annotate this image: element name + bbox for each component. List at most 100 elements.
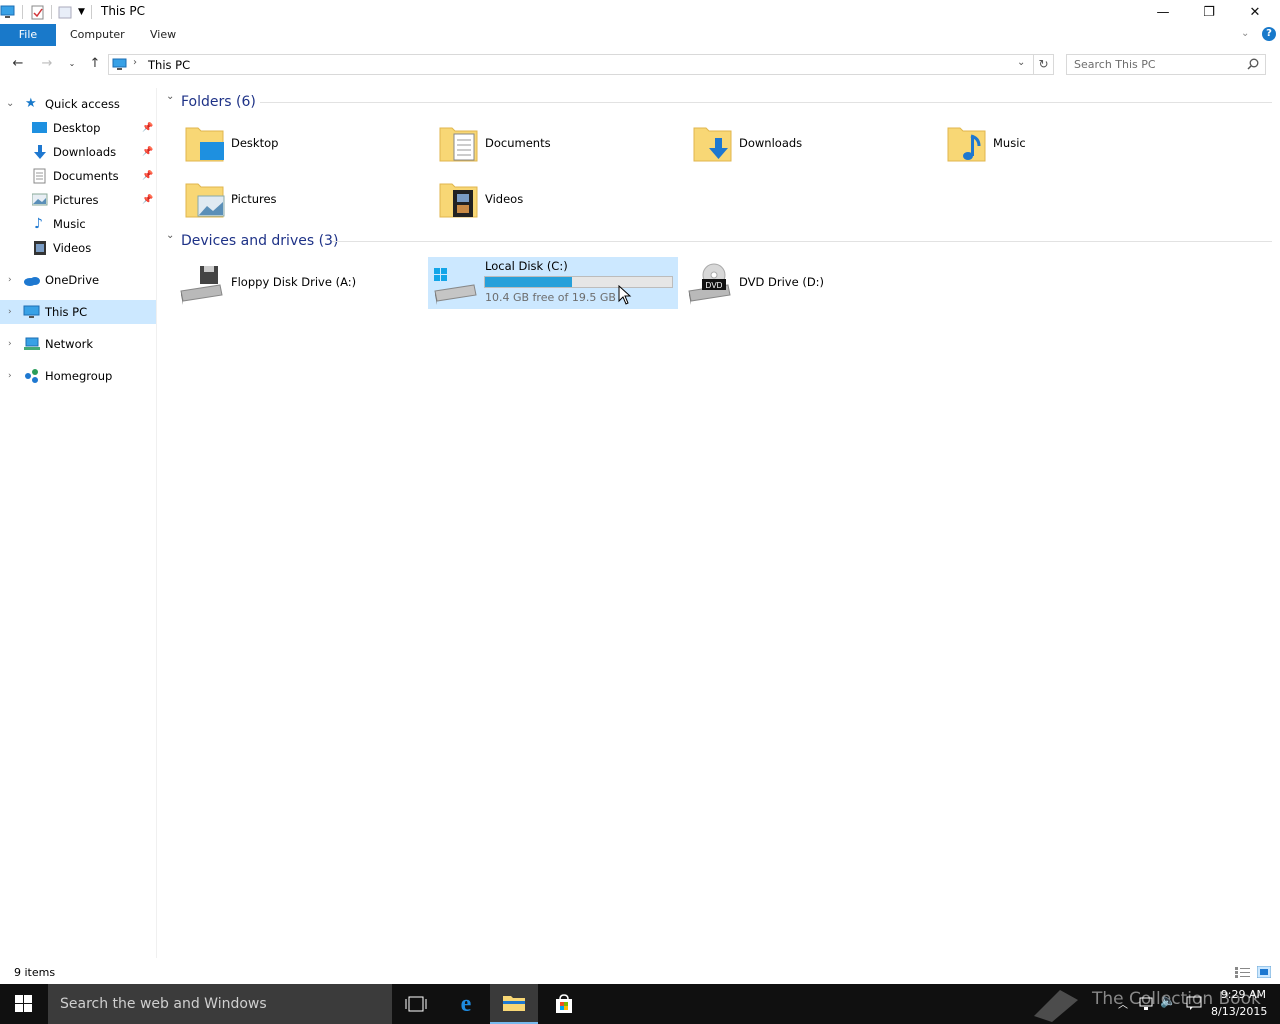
pin-icon[interactable]: 📌 <box>142 116 153 140</box>
folder-label: Music <box>993 136 1026 150</box>
collapsed-chevron-icon[interactable]: › <box>8 300 12 324</box>
pictures-folder-icon <box>185 183 225 218</box>
folder-documents[interactable]: Documents <box>434 118 684 170</box>
tab-file[interactable]: File <box>0 24 56 46</box>
nav-this-pc[interactable]: › This PC <box>0 300 156 324</box>
status-bar: 9 items <box>0 962 1280 984</box>
group-divider <box>260 102 1272 103</box>
start-button[interactable] <box>0 984 48 1024</box>
tab-computer[interactable]: Computer <box>58 24 137 46</box>
pin-icon[interactable]: 📌 <box>142 188 153 212</box>
clock-date[interactable]: 8/13/2015 <box>1211 1005 1267 1018</box>
network-icon <box>24 337 40 350</box>
quick-access-toolbar: ▼ <box>0 3 92 21</box>
folder-label: Pictures <box>231 192 277 206</box>
refresh-icon[interactable]: ↻ <box>1034 54 1054 75</box>
videos-icon <box>34 241 46 255</box>
music-folder-icon <box>947 127 986 162</box>
taskbar-search-box[interactable]: Search the web and Windows <box>48 984 392 1024</box>
dvd-drive-icon: DVD <box>688 263 731 305</box>
recent-locations-chevron-icon[interactable]: ⌄ <box>62 56 82 72</box>
close-button[interactable]: ✕ <box>1232 0 1278 24</box>
drive-local-disk-c[interactable]: Local Disk (C:) 10.4 GB free of 19.5 GB <box>428 257 678 309</box>
nav-item-label: Desktop <box>53 121 101 135</box>
pictures-icon <box>32 193 48 206</box>
clock-time[interactable]: 9:29 AM <box>1216 988 1266 1001</box>
ribbon-tabs: File Computer View ⌄ ? <box>0 24 1280 46</box>
network-tray-icon[interactable] <box>1138 996 1154 1012</box>
drive-label: DVD Drive (D:) <box>739 275 825 289</box>
drive-label: Local Disk (C:) <box>485 259 568 273</box>
pin-icon[interactable]: 📌 <box>142 164 153 188</box>
properties-icon[interactable] <box>31 4 45 20</box>
nav-item-pictures[interactable]: Pictures 📌 <box>0 188 157 212</box>
volume-icon[interactable]: 🔈 <box>1160 994 1176 1009</box>
address-bar[interactable]: › This PC ⌄ <box>108 54 1034 75</box>
cloud-icon <box>24 277 40 286</box>
nav-item-documents[interactable]: Documents 📌 <box>0 164 157 188</box>
address-history-chevron-icon[interactable]: ⌄ <box>1017 57 1025 68</box>
store-icon <box>556 994 572 1013</box>
folder-label: Documents <box>485 136 551 150</box>
new-folder-icon[interactable] <box>58 4 72 20</box>
minimize-button[interactable]: — <box>1140 0 1186 24</box>
drive-floppy[interactable]: Floppy Disk Drive (A:) <box>174 257 424 309</box>
this-pc-icon <box>0 5 15 18</box>
drives-group-header[interactable]: Devices and drives (3) <box>181 230 338 252</box>
drives-collapse-chevron-icon[interactable]: ⌄ <box>166 230 174 241</box>
help-icon[interactable]: ? <box>1262 27 1276 41</box>
folder-desktop[interactable]: Desktop <box>180 118 430 170</box>
documents-folder-icon <box>439 127 478 162</box>
collapsed-chevron-icon[interactable]: › <box>8 268 12 292</box>
tab-view[interactable]: View <box>138 24 188 46</box>
folder-downloads[interactable]: Downloads <box>688 118 938 170</box>
edge-browser-button[interactable]: e <box>442 984 490 1024</box>
details-view-icon[interactable] <box>1235 967 1250 978</box>
show-hidden-icons-chevron-icon[interactable]: ︿ <box>1118 996 1128 1011</box>
nav-item-downloads[interactable]: Downloads 📌 <box>0 140 157 164</box>
nav-onedrive-label: OneDrive <box>45 273 100 287</box>
action-center-icon[interactable] <box>1186 996 1202 1011</box>
collapsed-chevron-icon[interactable]: › <box>8 364 12 388</box>
breadcrumb-this-pc[interactable]: This PC <box>148 58 190 72</box>
nav-quick-access[interactable]: ⌄ ★ Quick access <box>0 92 157 116</box>
expand-ribbon-chevron-icon[interactable]: ⌄ <box>1241 28 1249 39</box>
music-icon: ♪ <box>34 216 43 232</box>
folder-videos[interactable]: Videos <box>434 174 684 226</box>
folders-group-header[interactable]: Folders (6) <box>181 91 256 113</box>
local-disk-icon <box>434 268 477 305</box>
nav-item-videos[interactable]: Videos <box>0 236 157 260</box>
back-arrow-icon[interactable]: ← <box>8 56 28 72</box>
collapsed-chevron-icon[interactable]: › <box>8 332 12 356</box>
this-pc-icon <box>112 58 127 70</box>
nav-onedrive[interactable]: › OneDrive <box>0 268 157 292</box>
customize-toolbar-chevron-icon[interactable]: ▼ <box>78 7 85 17</box>
nav-item-desktop[interactable]: Desktop 📌 <box>0 116 157 140</box>
nav-item-label: Music <box>53 217 86 231</box>
folder-pictures[interactable]: Pictures <box>180 174 430 226</box>
breadcrumb-separator-icon[interactable]: › <box>133 57 137 68</box>
up-arrow-icon[interactable]: ↑ <box>85 56 105 72</box>
nav-homegroup[interactable]: › Homegroup <box>0 364 157 388</box>
dvd-badge: DVD <box>706 281 723 290</box>
drive-free-space: 10.4 GB free of 19.5 GB <box>485 291 616 304</box>
task-view-button[interactable] <box>392 984 440 1024</box>
search-icon[interactable] <box>1247 58 1259 70</box>
search-input[interactable]: Search This PC <box>1066 54 1266 75</box>
title-bar: ▼ This PC — ❐ ✕ <box>0 0 1280 24</box>
expanded-chevron-icon[interactable]: ⌄ <box>6 92 14 116</box>
navigation-pane: ⌄ ★ Quick access Desktop 📌 Downloads 📌 D… <box>0 88 157 958</box>
floppy-drive-icon <box>180 266 223 305</box>
drive-dvd-d[interactable]: DVD DVD Drive (D:) <box>682 257 932 309</box>
mouse-cursor-icon <box>618 285 632 305</box>
restore-button[interactable]: ❐ <box>1186 0 1232 24</box>
folder-music[interactable]: Music <box>942 118 1192 170</box>
store-button[interactable] <box>540 984 588 1024</box>
pin-icon[interactable]: 📌 <box>142 140 153 164</box>
forward-arrow-icon[interactable]: → <box>37 56 57 72</box>
file-explorer-button[interactable] <box>490 984 538 1024</box>
large-icons-view-icon[interactable] <box>1257 966 1271 978</box>
folders-collapse-chevron-icon[interactable]: ⌄ <box>166 91 174 102</box>
nav-item-music[interactable]: ♪ Music <box>0 212 157 236</box>
nav-network[interactable]: › Network <box>0 332 157 356</box>
